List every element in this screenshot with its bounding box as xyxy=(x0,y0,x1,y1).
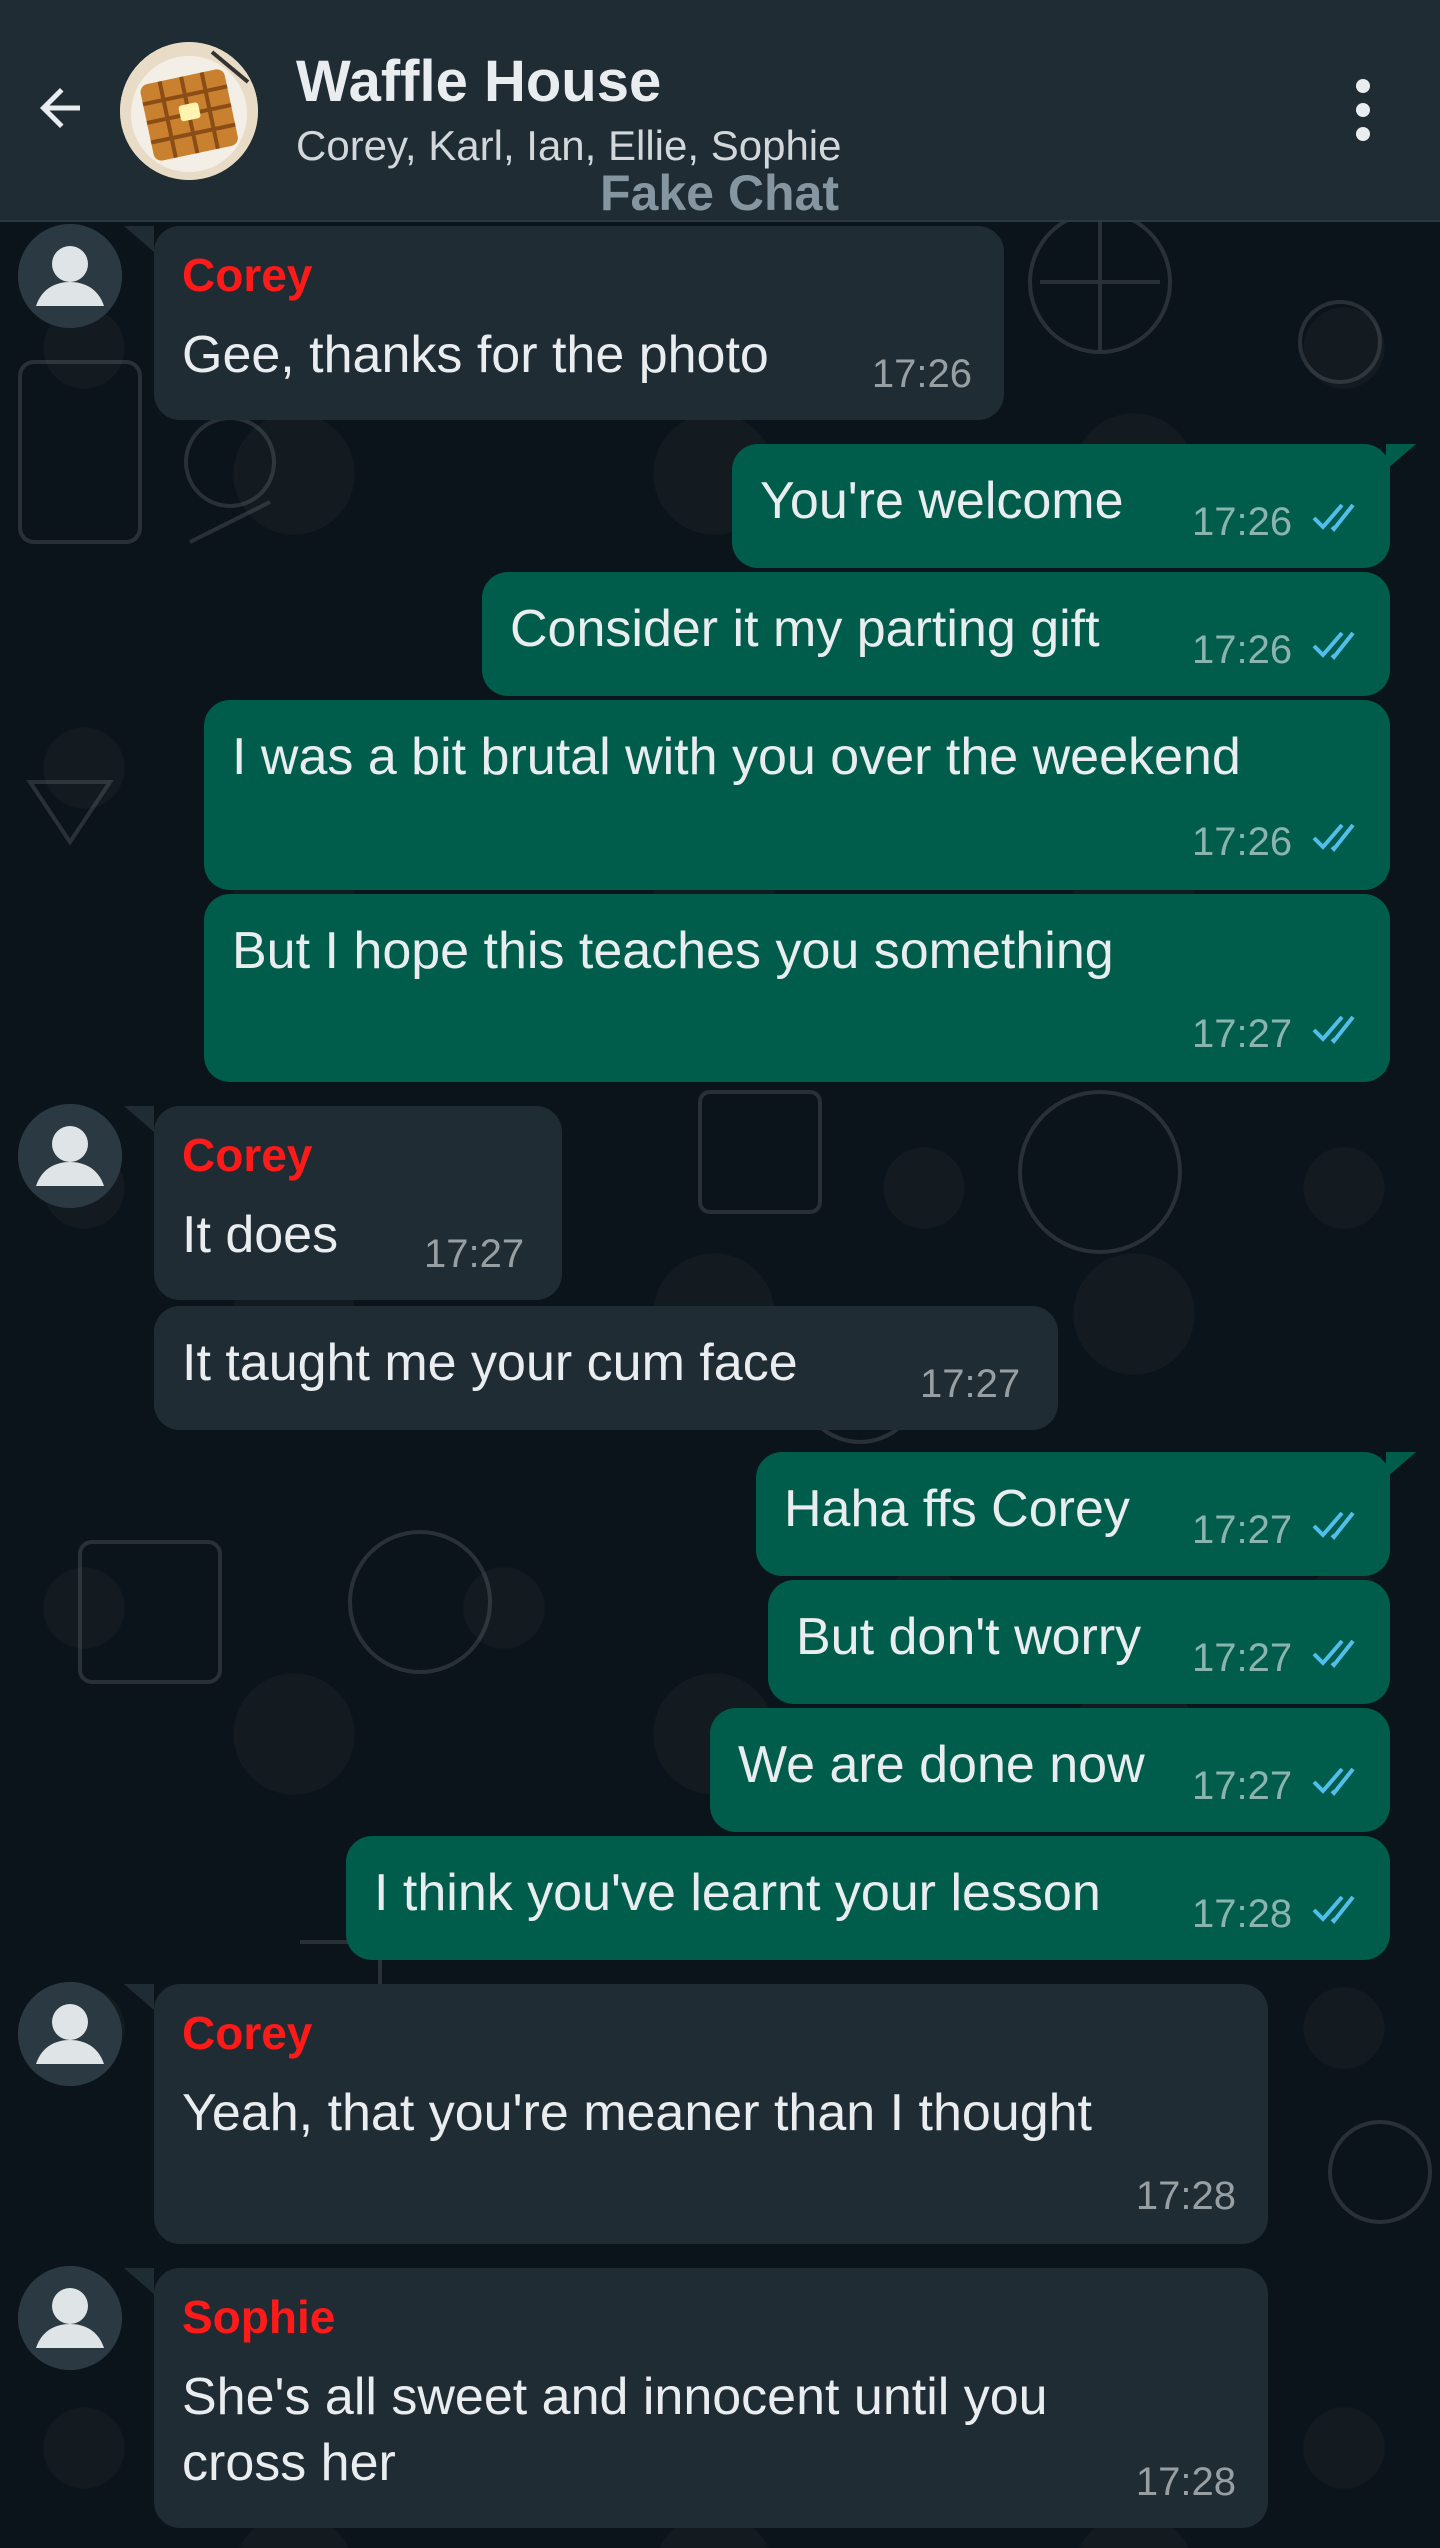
sender-name: Corey xyxy=(182,249,313,301)
avatar[interactable] xyxy=(18,1982,122,2086)
double-check-icon xyxy=(1312,503,1355,533)
double-check-icon xyxy=(1312,1895,1355,1925)
double-check-icon xyxy=(1312,823,1355,853)
overflow-menu-button[interactable] xyxy=(1334,70,1392,150)
arrow-left-icon xyxy=(40,88,80,128)
avatar[interactable] xyxy=(18,224,122,328)
message-time: 17:28 xyxy=(1135,2460,1236,2504)
message-text: It does xyxy=(182,1206,339,1264)
message-time: 17:28 xyxy=(1135,2174,1236,2218)
message-text: Haha ffs Corey xyxy=(784,1480,1130,1538)
message-text: Gee, thanks for the photo xyxy=(182,326,769,384)
message-outgoing[interactable]: Consider it my parting gift 17:26 xyxy=(482,572,1390,696)
watermark: Fake Chat xyxy=(600,165,839,221)
message-text: But don't worry xyxy=(796,1608,1142,1666)
message-text: I was a bit brutal with you over the wee… xyxy=(232,728,1241,786)
message-time: 17:27 xyxy=(1192,1636,1293,1680)
message-time: 17:27 xyxy=(1192,1764,1293,1808)
message-time: 17:26 xyxy=(871,352,972,396)
message-outgoing[interactable]: But don't worry 17:27 xyxy=(768,1580,1390,1704)
bubble-tail xyxy=(124,226,154,252)
message-text: But I hope this teaches you something xyxy=(232,922,1114,980)
message-time: 17:27 xyxy=(424,1232,525,1276)
bubble-tail xyxy=(124,1106,154,1132)
waffle-icon xyxy=(120,42,258,180)
message-time: 17:28 xyxy=(1192,1892,1293,1936)
kebab-menu-icon xyxy=(1356,79,1370,93)
kebab-dot xyxy=(1356,103,1370,117)
message-incoming[interactable]: Sophie She's all sweet and innocent unti… xyxy=(154,2268,1268,2528)
bubble-tail xyxy=(1386,1452,1416,1478)
message-incoming[interactable]: Corey Gee, thanks for the photo 17:26 xyxy=(154,226,1004,420)
message-text: Consider it my parting gift xyxy=(510,600,1100,658)
message-incoming[interactable]: Corey It does 17:27 xyxy=(154,1106,562,1300)
sender-name: Sophie xyxy=(182,2291,336,2343)
message-text: We are done now xyxy=(738,1736,1145,1794)
message-text: I think you've learnt your lesson xyxy=(374,1864,1101,1922)
person-icon xyxy=(18,224,122,328)
message-outgoing[interactable]: But I hope this teaches you something 17… xyxy=(204,894,1390,1082)
message-time: 17:26 xyxy=(1192,820,1293,864)
chat-header: Waffle House Corey, Karl, Ian, Ellie, So… xyxy=(0,0,1440,222)
kebab-dot xyxy=(1356,127,1370,141)
avatar[interactable] xyxy=(18,2266,122,2370)
group-title[interactable]: Waffle House xyxy=(296,48,661,115)
sender-name: Corey xyxy=(182,1129,313,1181)
bubble-tail xyxy=(124,1984,154,2010)
person-icon xyxy=(18,1104,122,1208)
message-outgoing[interactable]: You're welcome 17:26 xyxy=(732,444,1390,568)
sender-name: Corey xyxy=(182,2007,313,2059)
message-time: 17:27 xyxy=(1192,1012,1293,1056)
message-incoming[interactable]: Corey Yeah, that you're meaner than I th… xyxy=(154,1984,1268,2244)
message-text: It taught me your cum face xyxy=(182,1334,798,1392)
double-check-icon xyxy=(1312,1639,1355,1669)
person-icon xyxy=(18,2266,122,2370)
message-text-line-1: She's all sweet and innocent until you xyxy=(182,2368,1048,2426)
message-outgoing[interactable]: I was a bit brutal with you over the wee… xyxy=(204,700,1390,890)
double-check-icon xyxy=(1312,1015,1355,1045)
message-time: 17:27 xyxy=(1192,1508,1293,1552)
back-button[interactable] xyxy=(24,72,96,144)
message-text: You're welcome xyxy=(760,472,1124,530)
bubble-tail xyxy=(124,2268,154,2294)
double-check-icon xyxy=(1312,1767,1355,1797)
group-participants[interactable]: Corey, Karl, Ian, Ellie, Sophie xyxy=(296,122,842,170)
person-icon xyxy=(18,1982,122,2086)
message-time: 17:26 xyxy=(1192,500,1293,544)
double-check-icon xyxy=(1312,631,1355,661)
message-time: 17:26 xyxy=(1192,628,1293,672)
message-text: Yeah, that you're meaner than I thought xyxy=(182,2084,1092,2142)
message-outgoing[interactable]: We are done now 17:27 xyxy=(710,1708,1390,1832)
group-avatar[interactable] xyxy=(120,42,258,180)
bubble-tail xyxy=(1386,444,1416,470)
message-incoming[interactable]: It taught me your cum face 17:27 xyxy=(154,1306,1058,1430)
avatar[interactable] xyxy=(18,1104,122,1208)
double-check-icon xyxy=(1312,1511,1355,1541)
message-text-line-2: cross her xyxy=(182,2434,396,2492)
message-outgoing[interactable]: I think you've learnt your lesson 17:28 xyxy=(346,1836,1390,1960)
message-outgoing[interactable]: Haha ffs Corey 17:27 xyxy=(756,1452,1390,1576)
message-time: 17:27 xyxy=(920,1362,1021,1406)
